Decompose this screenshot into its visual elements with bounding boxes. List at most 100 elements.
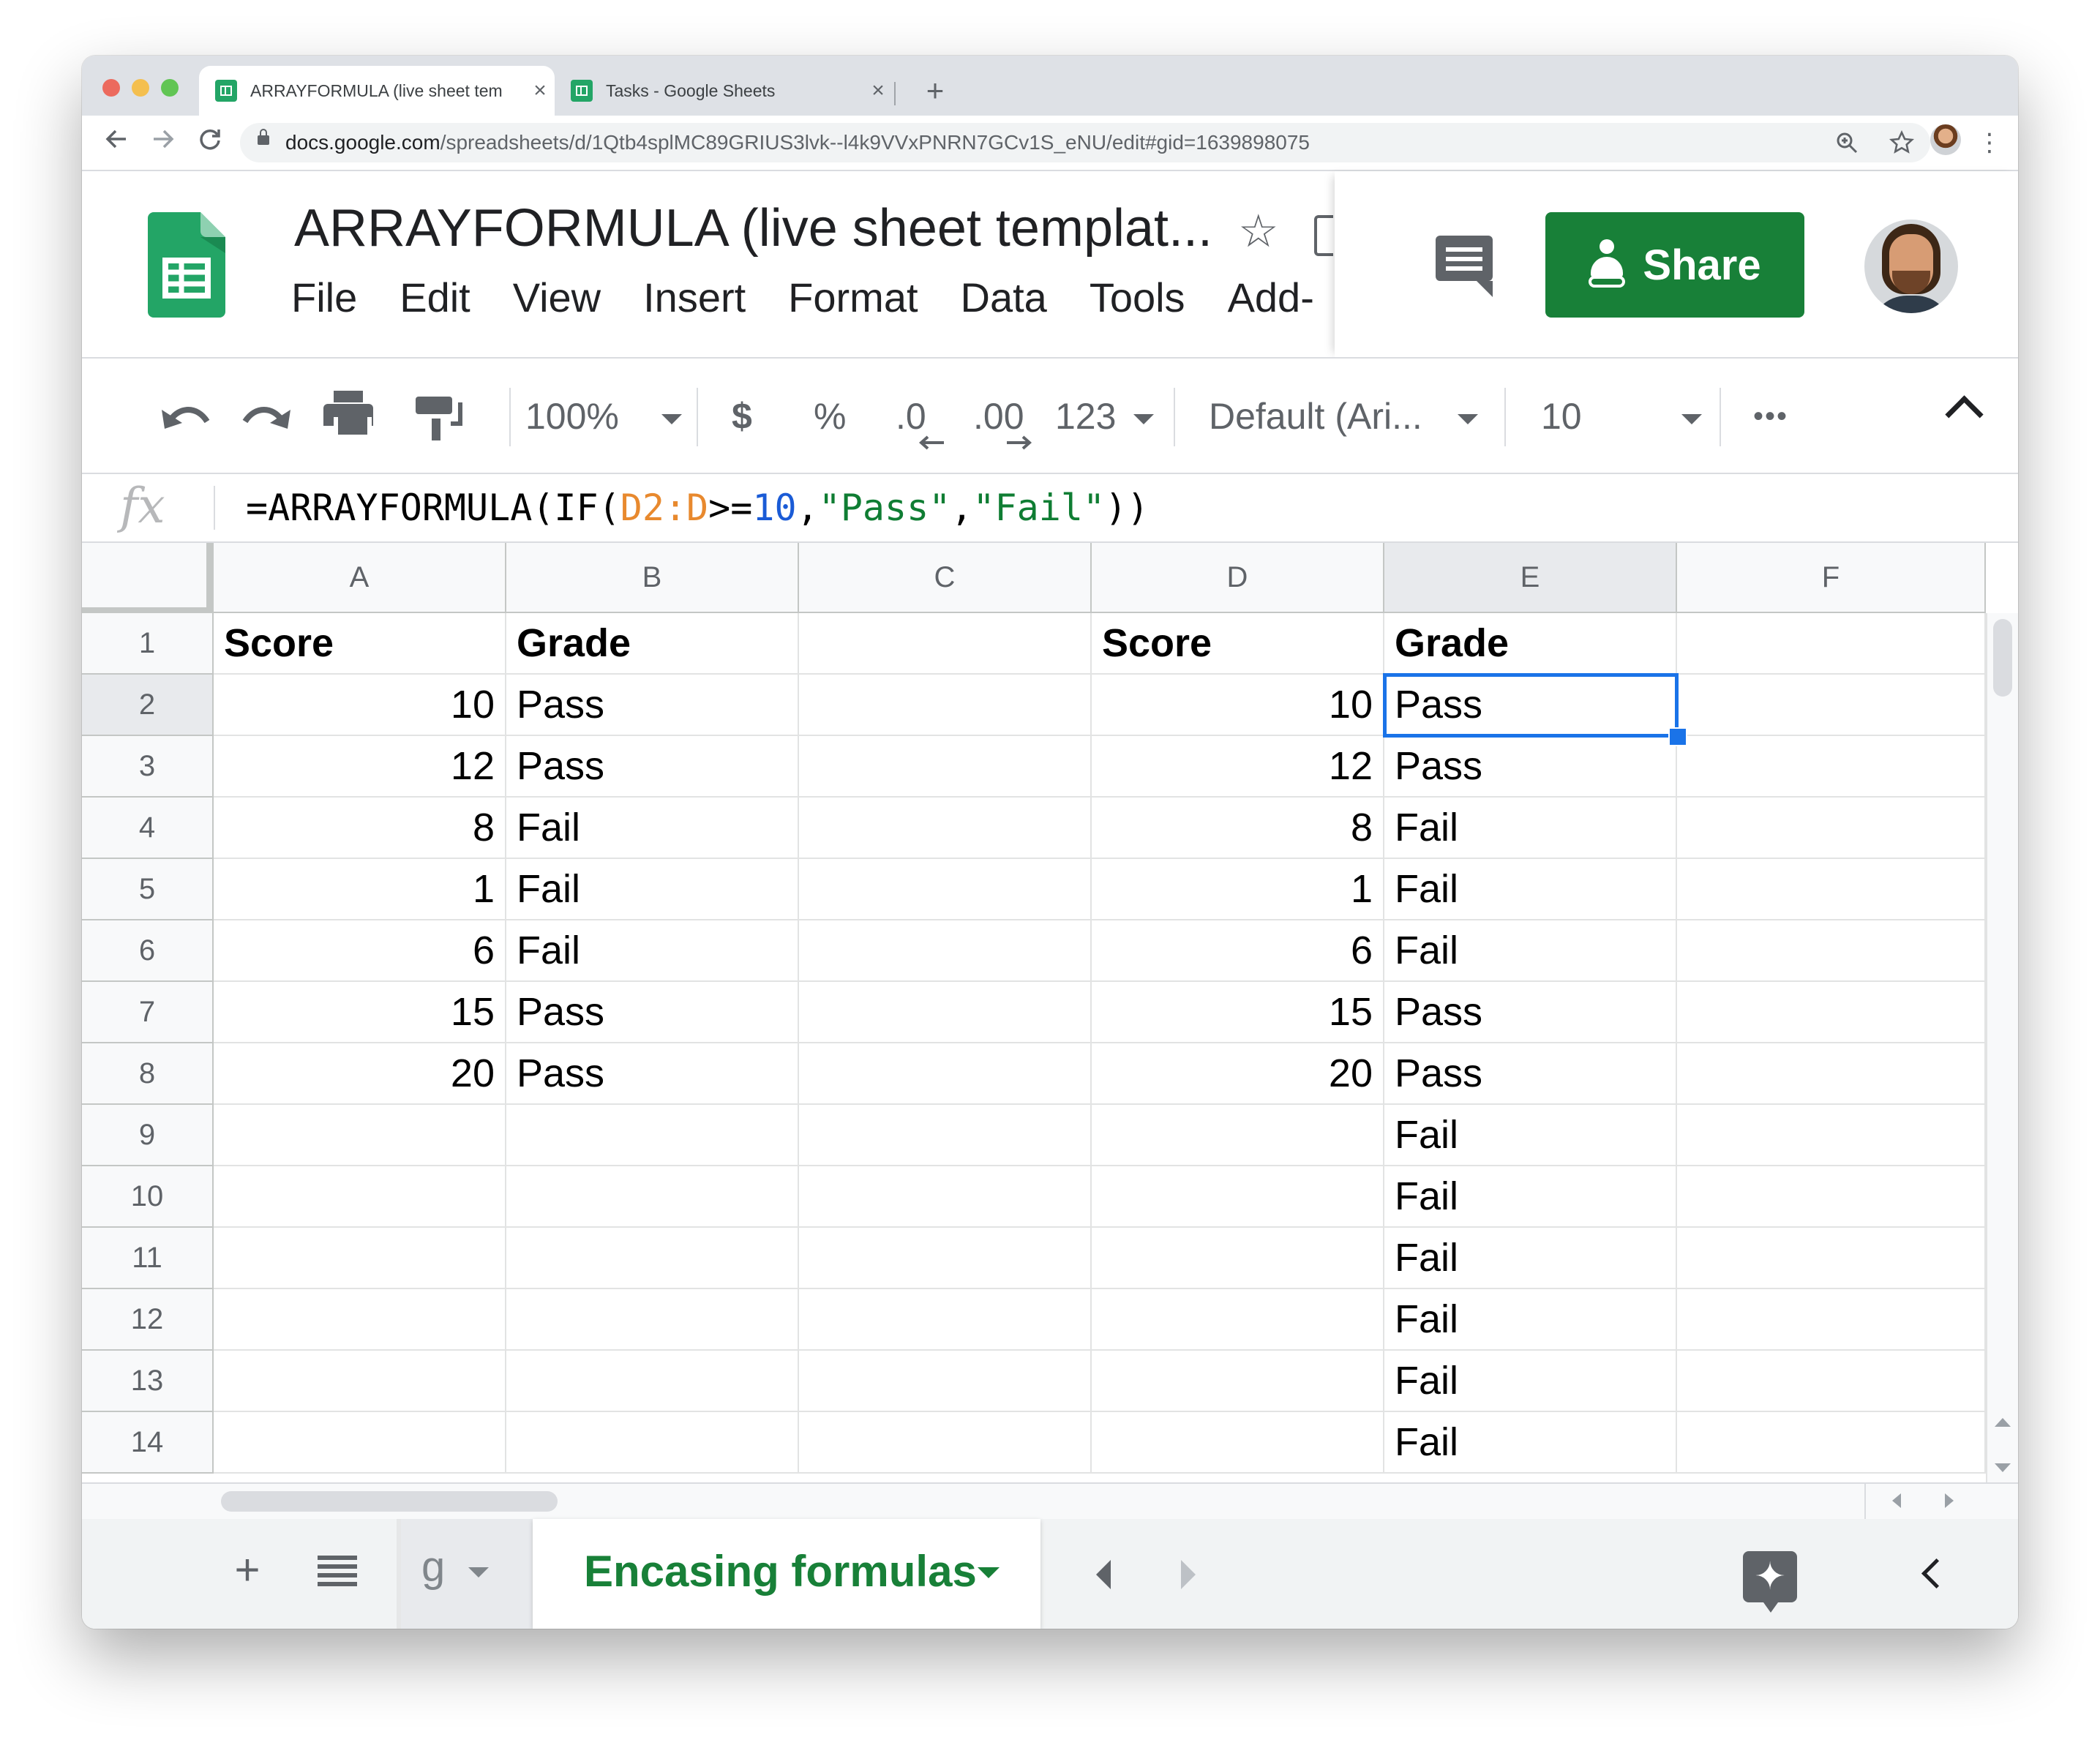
sheet-tab-encasing-formulas[interactable]: Encasing formulas (533, 1519, 1040, 1629)
cell-c5[interactable] (799, 859, 1092, 920)
cell-a2[interactable]: 10 (214, 675, 506, 736)
column-header-a[interactable]: A (214, 543, 506, 613)
cell-d6[interactable]: 6 (1092, 920, 1384, 982)
all-sheets-menu-icon[interactable] (318, 1556, 357, 1586)
row-header-8[interactable]: 8 (82, 1043, 214, 1105)
cell-e3[interactable]: Pass (1384, 736, 1677, 798)
cell-d11[interactable] (1092, 1228, 1384, 1289)
account-avatar[interactable] (1864, 220, 1958, 313)
column-header-c[interactable]: C (799, 543, 1092, 613)
cell-f3[interactable] (1677, 736, 1986, 798)
cell-e1[interactable]: Grade (1384, 613, 1677, 675)
cell-e8[interactable]: Pass (1384, 1043, 1677, 1105)
more-formats-button[interactable]: 123 (1055, 389, 1155, 443)
cell-f7[interactable] (1677, 982, 1986, 1043)
cell-b13[interactable] (506, 1351, 799, 1412)
cell-a5[interactable]: 1 (214, 859, 506, 920)
star-icon[interactable]: ☆ (1238, 209, 1279, 255)
cell-b8[interactable]: Pass (506, 1043, 799, 1105)
formula-input[interactable]: =ARRAYFORMULA(IF(D2:D>=10,"Pass","Fail")… (246, 474, 1149, 541)
currency-format-button[interactable]: $ (732, 389, 752, 443)
cell-e11[interactable]: Fail (1384, 1228, 1677, 1289)
comment-history-icon[interactable] (1436, 236, 1493, 297)
chevron-left-icon[interactable] (1921, 1558, 1952, 1589)
cell-e14[interactable]: Fail (1384, 1412, 1677, 1474)
menu-tools[interactable]: Tools (1090, 271, 1185, 325)
more-options-button[interactable]: ••• (1753, 389, 1788, 443)
cell-b5[interactable]: Fail (506, 859, 799, 920)
menu-insert[interactable]: Insert (643, 271, 746, 325)
zoom-select[interactable]: 100% (518, 389, 682, 443)
cell-f14[interactable] (1677, 1412, 1986, 1474)
share-button[interactable]: Share (1545, 212, 1804, 318)
back-button[interactable] (97, 123, 136, 162)
cell-f9[interactable] (1677, 1105, 1986, 1166)
new-tab-button[interactable]: + (915, 70, 956, 111)
close-tab-icon[interactable]: × (863, 78, 893, 103)
document-title[interactable]: ARRAYFORMULA (live sheet templat... (294, 193, 1212, 263)
cell-f4[interactable] (1677, 798, 1986, 859)
cell-f10[interactable] (1677, 1166, 1986, 1228)
cell-d4[interactable]: 8 (1092, 798, 1384, 859)
browser-profile-avatar[interactable] (1930, 124, 1961, 155)
cell-c9[interactable] (799, 1105, 1092, 1166)
cell-d10[interactable] (1092, 1166, 1384, 1228)
cell-a8[interactable]: 20 (214, 1043, 506, 1105)
row-header-12[interactable]: 12 (82, 1289, 214, 1351)
cell-b7[interactable]: Pass (506, 982, 799, 1043)
cell-a13[interactable] (214, 1351, 506, 1412)
cell-a12[interactable] (214, 1289, 506, 1351)
horizontal-scrollbar[interactable] (82, 1482, 2018, 1520)
cell-a1[interactable]: Score (214, 613, 506, 675)
cell-c10[interactable] (799, 1166, 1092, 1228)
row-header-5[interactable]: 5 (82, 859, 214, 920)
font-size-select[interactable]: 10 (1541, 389, 1702, 443)
cell-b14[interactable] (506, 1412, 799, 1474)
menu-format[interactable]: Format (788, 271, 918, 325)
cell-a7[interactable]: 15 (214, 982, 506, 1043)
cell-e2[interactable]: Pass (1384, 675, 1677, 736)
cell-d2[interactable]: 10 (1092, 675, 1384, 736)
sheets-logo-icon[interactable] (148, 212, 225, 318)
cell-e6[interactable]: Fail (1384, 920, 1677, 982)
cell-d14[interactable] (1092, 1412, 1384, 1474)
cell-d9[interactable] (1092, 1105, 1384, 1166)
cell-d12[interactable] (1092, 1289, 1384, 1351)
cell-d1[interactable]: Score (1092, 613, 1384, 675)
cell-e7[interactable]: Pass (1384, 982, 1677, 1043)
decrease-decimal-button[interactable]: .0 (896, 389, 944, 450)
cell-f5[interactable] (1677, 859, 1986, 920)
add-sheet-button[interactable]: + (225, 1548, 269, 1592)
undo-button[interactable] (158, 391, 214, 442)
column-header-b[interactable]: B (506, 543, 799, 613)
row-header-11[interactable]: 11 (82, 1228, 214, 1289)
row-header-2[interactable]: 2 (82, 675, 214, 736)
cell-a10[interactable] (214, 1166, 506, 1228)
cell-d8[interactable]: 20 (1092, 1043, 1384, 1105)
cell-f1[interactable] (1677, 613, 1986, 675)
cell-e4[interactable]: Fail (1384, 798, 1677, 859)
cell-c3[interactable] (799, 736, 1092, 798)
cell-d7[interactable]: 15 (1092, 982, 1384, 1043)
forward-button[interactable] (143, 123, 183, 162)
fill-handle[interactable] (1668, 727, 1687, 746)
cell-a3[interactable]: 12 (214, 736, 506, 798)
browser-tab-tasks[interactable]: Tasks - Google Sheets × (555, 66, 893, 116)
scroll-tabs-left-icon[interactable] (1096, 1560, 1111, 1589)
menu-addons[interactable]: Add- (1228, 271, 1314, 325)
row-header-14[interactable]: 14 (82, 1412, 214, 1474)
cell-c13[interactable] (799, 1351, 1092, 1412)
cell-c12[interactable] (799, 1289, 1092, 1351)
cell-b10[interactable] (506, 1166, 799, 1228)
cell-c8[interactable] (799, 1043, 1092, 1105)
chevron-up-icon[interactable] (1945, 395, 1984, 434)
row-header-4[interactable]: 4 (82, 798, 214, 859)
bookmark-star-icon[interactable] (1889, 130, 1914, 155)
menu-file[interactable]: File (291, 271, 357, 325)
cell-a4[interactable]: 8 (214, 798, 506, 859)
cell-a11[interactable] (214, 1228, 506, 1289)
paint-format-icon[interactable] (416, 397, 462, 440)
address-bar[interactable]: docs.google.com/spreadsheets/d/1Qtb4splM… (240, 123, 1930, 162)
minimize-window-button[interactable] (132, 79, 149, 97)
reload-button[interactable] (190, 123, 230, 162)
